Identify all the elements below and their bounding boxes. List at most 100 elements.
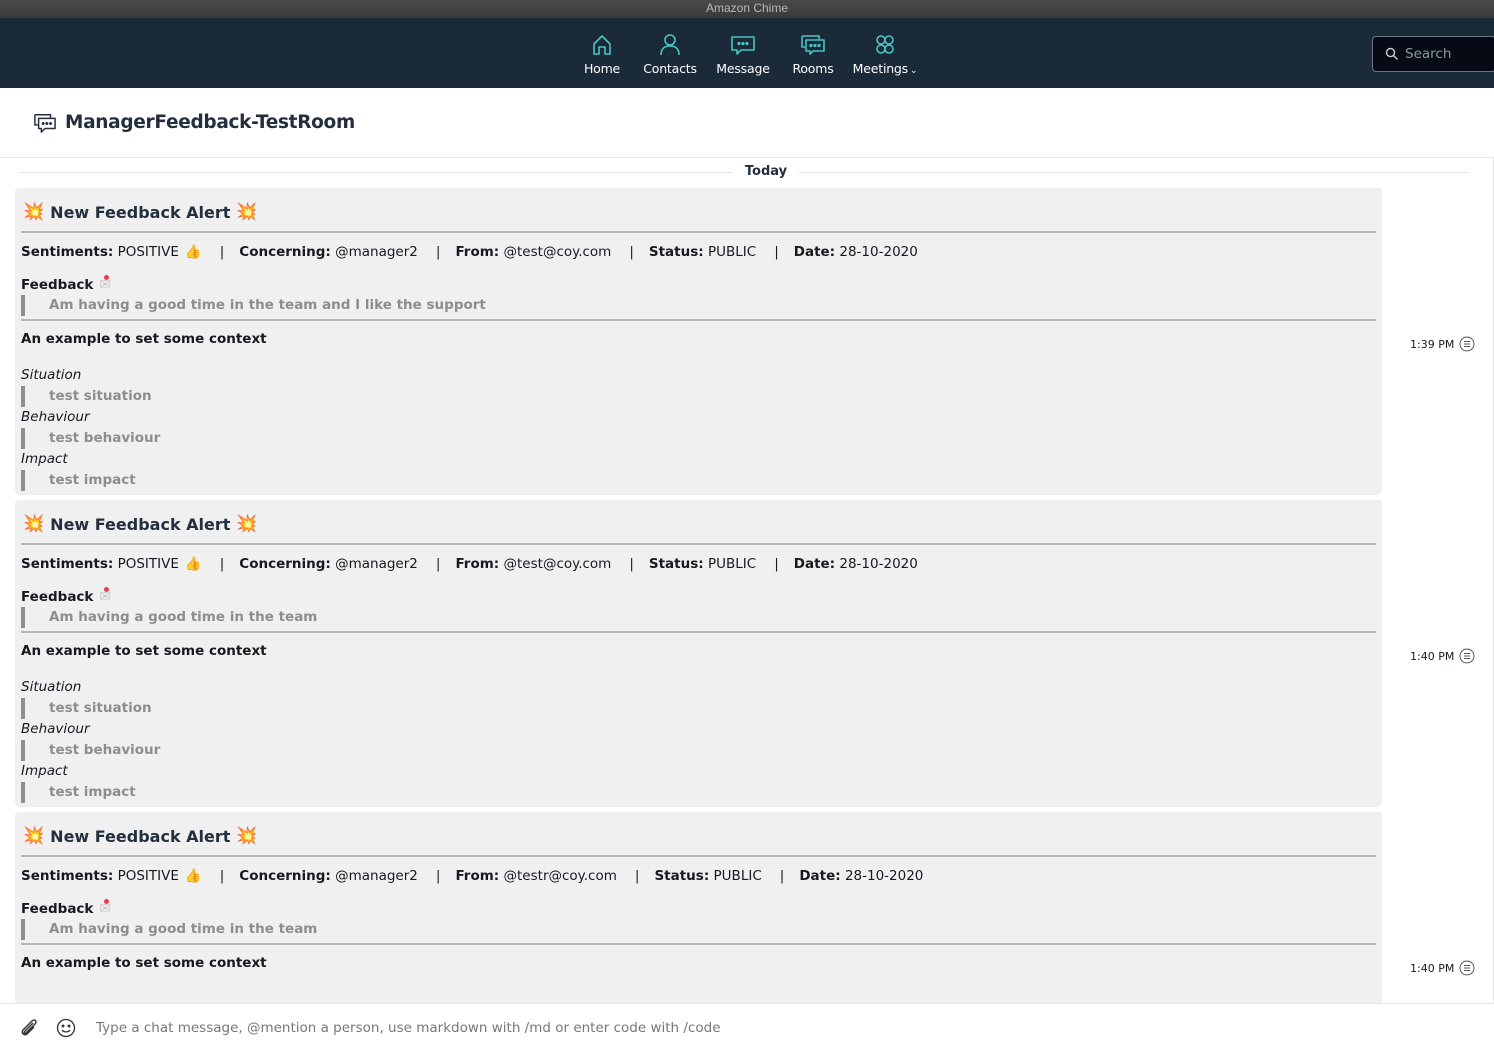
room-title: ManagerFeedback-TestRoom [65, 112, 355, 133]
date-value: 28-10-2020 [839, 556, 918, 572]
person-icon [660, 34, 680, 56]
nav-contacts[interactable]: Contacts [635, 18, 705, 88]
chat-message-input[interactable] [96, 1020, 996, 1036]
message-options-icon[interactable] [1459, 960, 1475, 976]
envelope-icon: ✉ [99, 587, 112, 605]
meetings-icon [876, 35, 894, 54]
concerning-value: @manager2 [335, 868, 418, 884]
situation-label: Situation [21, 367, 82, 383]
sentiments-label: Sentiments: [21, 868, 114, 884]
divider [21, 543, 1376, 545]
emoji-icon[interactable] [56, 1018, 76, 1038]
chat-message[interactable]: 💥 New Feedback Alert 💥 Sentiments: POSIT… [15, 188, 1475, 495]
sentiments-value: POSITIVE [117, 244, 179, 260]
separator: | [774, 556, 779, 572]
impact-quote: test impact [21, 782, 1376, 803]
status-label: Status: [648, 556, 704, 572]
separator: | [435, 556, 441, 572]
impact-label: Impact [21, 451, 68, 467]
thumbs-up-icon: 👍 [184, 556, 202, 572]
feedback-label: Feedback [21, 589, 94, 605]
thumbs-up-icon: 👍 [184, 868, 202, 884]
separator: | [634, 868, 640, 884]
feedback-quote: Am having a good time in the team and I … [21, 295, 1376, 316]
window-title: Amazon Chime [0, 0, 1494, 18]
message-timestamp: 1:39 PM [1410, 336, 1490, 352]
divider [21, 943, 1376, 945]
situation-quote: test situation [21, 698, 1376, 719]
separator: | [779, 868, 785, 884]
date-label: Date: [799, 868, 841, 884]
chat-message-list[interactable]: Today 💥 New Feedback Alert 💥 Sentiments:… [0, 158, 1494, 1003]
feedback-label: Feedback [21, 901, 94, 917]
day-separator-label: Today [732, 164, 800, 179]
impact-label: Impact [21, 763, 68, 779]
timestamp-text: 1:40 PM [1410, 649, 1455, 663]
nav-home-label: Home [583, 61, 621, 76]
nav-contacts-label: Contacts [643, 61, 697, 76]
impact-quote: test impact [21, 470, 1376, 491]
room-chat-icon [34, 113, 56, 133]
situation-label: Situation [21, 679, 82, 695]
message-timestamp: 1:40 PM [1410, 960, 1490, 976]
sentiments-value: POSITIVE [117, 868, 179, 884]
behaviour-label: Behaviour [21, 721, 90, 737]
separator: | [629, 556, 634, 572]
from-label: From: [455, 556, 500, 572]
nav-meetings[interactable]: Meetings ⌄ [845, 18, 925, 88]
status-value: PUBLIC [707, 244, 757, 260]
nav-message[interactable]: Message [705, 18, 781, 88]
collision-icon: 💥 [236, 202, 258, 222]
status-label: Status: [654, 868, 710, 884]
separator: | [435, 244, 441, 260]
collision-icon: 💥 [23, 826, 45, 846]
feedback-quote: Am having a good time in the team [21, 919, 1376, 940]
feedback-heading: Feedback ✉ [21, 587, 1376, 607]
collision-icon: 💥 [236, 514, 258, 534]
message-composer [0, 1003, 1494, 1052]
message-options-icon[interactable] [1459, 336, 1475, 352]
rooms-icon [801, 35, 825, 55]
collision-icon: 💥 [23, 202, 45, 222]
chat-message[interactable]: 💥 New Feedback Alert 💥 Sentiments: POSIT… [15, 812, 1475, 1003]
from-label: From: [455, 868, 500, 884]
concerning-label: Concerning: [239, 244, 331, 260]
behaviour-quote: test behaviour [21, 428, 1376, 449]
context-heading: An example to set some context [21, 955, 267, 971]
concerning-value: @manager2 [335, 244, 418, 260]
nav-rooms[interactable]: Rooms [781, 18, 845, 88]
context-heading: An example to set some context [21, 331, 267, 347]
chat-message[interactable]: 💥 New Feedback Alert 💥 Sentiments: POSIT… [15, 500, 1475, 807]
divider [21, 319, 1376, 321]
separator: | [219, 868, 225, 884]
situation-quote: test situation [21, 386, 1376, 407]
collision-icon: 💥 [23, 514, 45, 534]
nav-meetings-text: Meetings [852, 61, 909, 76]
divider [21, 855, 1376, 857]
alert-title-text: New Feedback Alert [50, 514, 231, 534]
separator: | [219, 556, 225, 572]
thumbs-up-icon: 👍 [184, 244, 202, 260]
status-value: PUBLIC [707, 556, 757, 572]
attachment-icon[interactable] [18, 1017, 40, 1039]
nav-home[interactable]: Home [569, 18, 635, 88]
message-options-icon[interactable] [1459, 648, 1475, 664]
nav-message-label: Message [716, 61, 770, 76]
date-label: Date: [793, 244, 836, 260]
nav-meetings-label: Meetings ⌄ [853, 61, 918, 76]
search-box[interactable] [1372, 36, 1494, 72]
search-input[interactable] [1405, 46, 1485, 62]
feedback-meta: Sentiments: POSITIVE 👍 | Concerning: @man… [21, 242, 1376, 262]
day-separator: Today [20, 158, 1468, 188]
concerning-value: @manager2 [335, 556, 418, 572]
from-value: @testr@coy.com [503, 868, 617, 884]
behaviour-label: Behaviour [21, 409, 90, 425]
alert-title: 💥 New Feedback Alert 💥 [21, 822, 1376, 850]
separator: | [435, 868, 441, 884]
date-value: 28-10-2020 [844, 868, 924, 884]
alert-title-text: New Feedback Alert [50, 826, 231, 846]
message-icon [731, 36, 755, 55]
date-value: 28-10-2020 [839, 244, 918, 260]
